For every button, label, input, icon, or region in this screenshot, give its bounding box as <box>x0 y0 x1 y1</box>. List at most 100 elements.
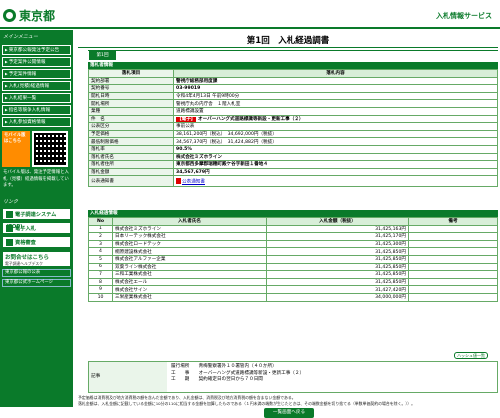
row-value: 34,567,679円 <box>173 167 498 177</box>
mobile-badge[interactable]: モバイル版はこちら <box>2 131 30 167</box>
table-row: 落札金額 34,567,679円 <box>88 167 498 177</box>
bidder-name: 株式会社ロードテック <box>112 239 267 249</box>
row-value: 90.5% <box>173 144 498 154</box>
logo-text: 東京都 <box>19 8 56 23</box>
table-row: 9 株式会社サイン 31,427,420円 <box>88 285 498 294</box>
tokyo-logo[interactable]: 東京都 <box>3 7 63 23</box>
electronic-tag: 【電子】 <box>176 116 197 122</box>
remarks-text: 履行場所 青梅警察署外１０署管内（４０か所） 工 事 オーバーハング式道路標識等… <box>171 364 305 382</box>
sidebar-item-qualification[interactable]: 入札参加資格情報 <box>2 117 71 127</box>
help-desk-link[interactable]: お問合せはこちら 電子調達ヘルプデスク <box>2 250 71 267</box>
row-value: 【電子】 オーバーハング式道路標識等新設・更新工事（２） <box>173 114 498 124</box>
column-header: 備考 <box>408 217 498 226</box>
column-header: No <box>88 217 113 226</box>
sidebar-item-bid-progress[interactable]: 入札(見積)経過情報 <box>2 81 71 91</box>
table-row: 公表区分 事前公表 <box>88 122 498 131</box>
row-label: 落札者住所 <box>88 160 174 169</box>
row-value: 事前公表 <box>173 122 498 131</box>
bidder-name: 株式会社ミズホライン <box>112 224 267 234</box>
links-heading: リンク <box>3 198 19 205</box>
bid-no: 8 <box>88 277 113 287</box>
bidder-name: 三栄産業株式会社 <box>112 292 267 302</box>
column-header: 落札内容 <box>173 69 498 78</box>
link-qualification[interactable]: 資格審査 <box>2 235 71 248</box>
link-official-site[interactable]: 東京都公式ホームページ <box>2 278 71 287</box>
row-value: 公表通知書 <box>173 175 498 188</box>
bid-table: No 入札者氏名 入札金額（税抜） 備考 1 株式会社ミズホライン 31,425,1… <box>88 217 498 302</box>
tab-round-1[interactable]: 第1回 <box>89 51 116 60</box>
sidebar-item-koho[interactable]: 東京都公報発注予定公告 <box>2 45 71 55</box>
bid-no: 5 <box>88 254 113 264</box>
table-header-row: 落札項目 落札内容 <box>88 69 498 78</box>
row-label: 公表通知書 <box>88 175 174 188</box>
bidder-name: 三和工業株式会社 <box>112 270 267 279</box>
bid-remark <box>408 292 498 302</box>
link-procurement-top[interactable]: 電子調達システム(TOP) <box>2 207 71 230</box>
mobile-banner[interactable]: モバイル版はこちら <box>2 131 71 167</box>
table-row: 1 株式会社ミズホライン 31,425,163円 <box>88 224 498 234</box>
mobile-description: モバイル版は、発注予定情報と入札（見積）経過情報を掲載しています。 <box>3 170 69 188</box>
row-value: 38,161,200円（税込） 34,692,000円（税抜） <box>173 129 498 139</box>
section-bid-progress: 入札経過情報 <box>88 210 498 217</box>
help-subtitle: 電子調達ヘルプデスク <box>5 260 43 266</box>
table-row: 10 三栄産業株式会社 34,000,000円 <box>88 292 498 302</box>
column-header: 入札金額（税抜） <box>266 217 409 226</box>
notice-pdf-link[interactable]: 公表通知書 <box>182 180 205 185</box>
row-value: 株式会社ミズホライン <box>173 152 498 162</box>
bidder-name: 桐原建設株式会社 <box>112 247 267 256</box>
bid-amount: 31,425,163円 <box>266 224 409 234</box>
footnote: 予定価格は消費税及び地方消費税の額を含んだ金額であり、入札金額は、消費税及び地方… <box>78 395 416 406</box>
bid-amount: 31,425,300円 <box>266 239 409 249</box>
table-row: 落札者住所 東京都西多摩郡瑞穂町殿ケ谷字新田１番地４ <box>88 160 498 169</box>
bidder-name: 双葉ライン株式会社 <box>112 262 267 272</box>
table-row: 業種 道路標識設置 <box>88 106 498 116</box>
row-label: 開札場所 <box>88 99 174 108</box>
bid-amount: 31,425,850円 <box>266 262 409 272</box>
remarks-label: 記事 <box>89 362 167 392</box>
sidebar-item-nominated[interactable]: 指名等競争入札情報 <box>2 105 71 115</box>
tokyo-emblem-icon <box>3 8 16 22</box>
help-title: お問合せはこちら <box>5 254 50 261</box>
link-e-bidding-label: 電子入札 <box>15 225 36 232</box>
hash-list-button[interactable]: ハッシュ値一覧 <box>454 352 488 359</box>
header-rule <box>0 27 500 29</box>
pdf-icon <box>176 178 181 185</box>
title-rule <box>78 47 498 48</box>
procurement-icon <box>6 210 13 218</box>
bid-amount: 34,000,000円 <box>266 292 409 302</box>
bid-amount: 31,427,420円 <box>266 285 409 294</box>
bid-no: 9 <box>88 285 113 294</box>
row-label: 落札率 <box>88 144 174 154</box>
bid-no: 7 <box>88 270 113 279</box>
table-row: 7 三和工業株式会社 31,425,850円 <box>88 270 498 279</box>
sidebar-item-schedule[interactable]: 予定案件情報 <box>2 69 71 79</box>
bidder-name: 株式会社アルファー企業 <box>112 254 267 264</box>
row-value: 道路標識設置 <box>173 106 498 116</box>
bid-amount: 31,425,850円 <box>266 254 409 264</box>
link-e-bidding[interactable]: 電子入札 <box>2 221 71 234</box>
bid-no: 2 <box>88 232 113 241</box>
bid-no: 10 <box>88 292 113 302</box>
link-qualification-label: 資格審査 <box>15 239 36 246</box>
bid-amount: 31,425,170円 <box>266 232 409 241</box>
sidebar-item-bid-results[interactable]: 入札結果一覧 <box>2 93 71 103</box>
table-row: 落札者氏名 株式会社ミズホライン <box>88 152 498 162</box>
spacer-row <box>89 187 498 191</box>
e-bidding-icon <box>6 224 13 232</box>
header: 東京都 入札情報サービス <box>0 0 500 30</box>
table-row: 開札場所 警視庁丸の内庁舎 １階入札室 <box>88 99 498 108</box>
bid-remark <box>408 254 498 264</box>
link-koho[interactable]: 東京都公報の公表 <box>2 268 71 277</box>
bid-remark <box>408 247 498 256</box>
table-row: 開札日時 令和4年4月13日 午前9時00分 <box>88 91 498 101</box>
table-row: 2 日本リーテック株式会社 31,425,170円 <box>88 232 498 241</box>
back-to-list-button[interactable]: 一覧画面へ戻る <box>264 408 314 418</box>
tab-bar <box>88 50 498 51</box>
menu-heading: メインメニュー <box>3 34 38 40</box>
sidebar-item-schedule-public[interactable]: 予定案件公開情報 <box>2 57 71 67</box>
table-header-row: No 入札者氏名 入札金額（税抜） 備考 <box>88 217 498 226</box>
table-row: 5 株式会社アルファー企業 31,425,850円 <box>88 254 498 264</box>
service-title: 入札情報サービス <box>436 12 492 20</box>
bid-amount: 31,425,850円 <box>266 277 409 287</box>
table-row: 予定価格 38,161,200円（税込） 34,692,000円（税抜） <box>88 129 498 139</box>
